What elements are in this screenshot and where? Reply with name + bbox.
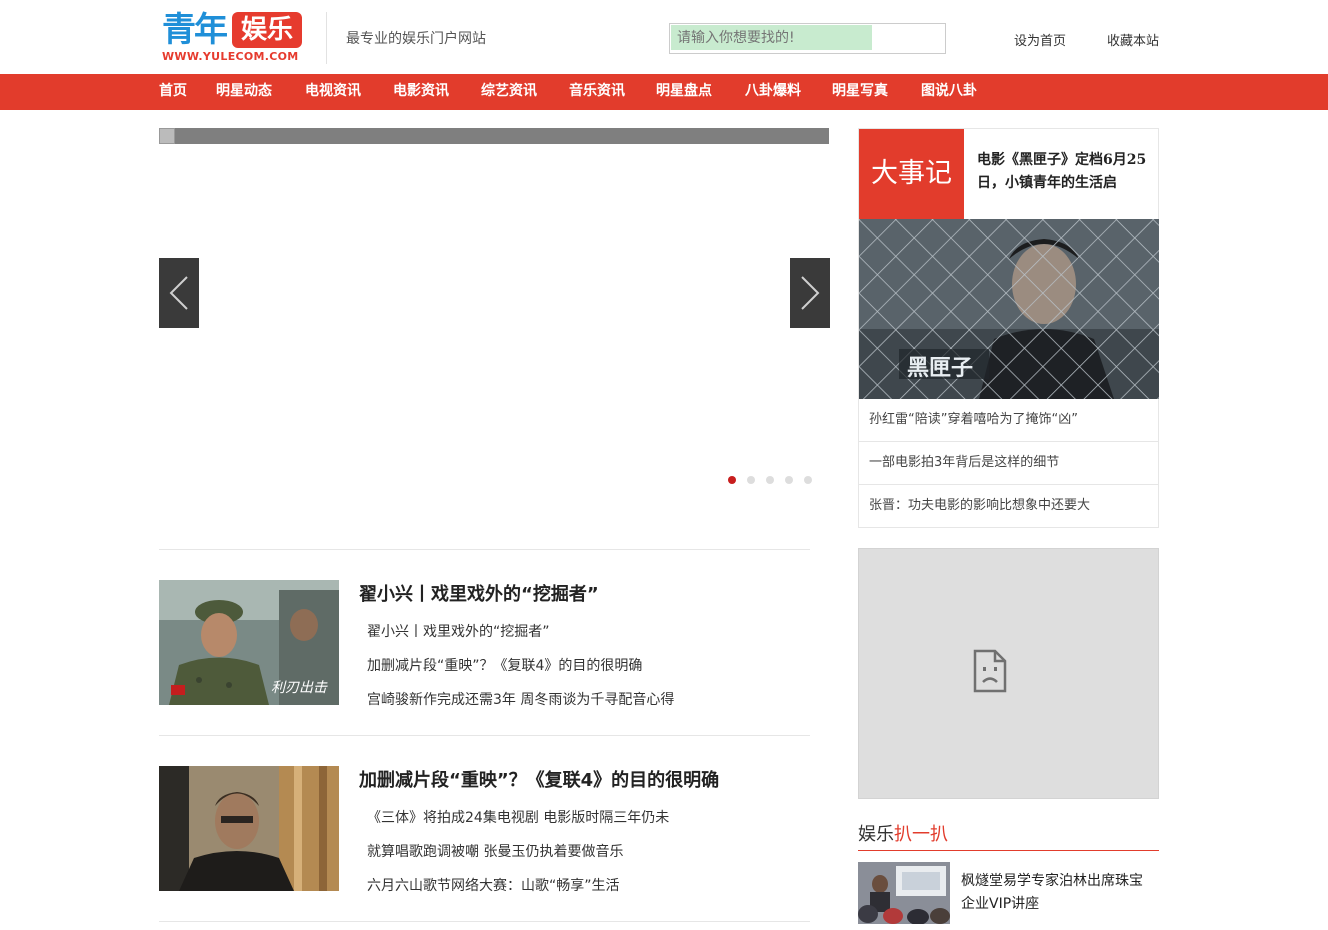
ad-placeholder[interactable] (858, 548, 1159, 799)
slider-dot[interactable] (766, 476, 774, 484)
news-link[interactable]: 加删减片段“重映”？《复联4》的目的很明确 (367, 655, 642, 675)
section-title-red: 扒一扒 (894, 824, 948, 845)
set-homepage-link[interactable]: 设为首页 (1014, 30, 1066, 49)
broken-page-icon (973, 649, 1007, 693)
side-news-item[interactable]: 枫燧堂易学专家泊林出席珠宝企业VIP讲座 (858, 862, 1159, 924)
chevron-right-icon (801, 276, 820, 310)
image-slider (159, 128, 830, 500)
nav-item-music[interactable]: 音乐资讯 (569, 74, 625, 110)
side-news-thumbnail[interactable] (858, 862, 950, 924)
divider (159, 735, 810, 736)
news-link[interactable]: 翟小兴丨戏里戏外的“挖掘者” (367, 621, 550, 641)
news-block: 加删减片段“重映”？《复联4》的目的很明确 《三体》将拍成24集电视剧 电影版时… (159, 766, 810, 895)
news-thumbnail[interactable]: 利刃出击 (159, 580, 339, 705)
site-slogan: 最专业的娱乐门户网站 (346, 31, 486, 47)
section-title-black: 娱乐 (858, 824, 894, 845)
news-block: 利刃出击 翟小兴丨戏里戏外的“挖掘者” 翟小兴丨戏里戏外的“挖掘者” 加删减片段… (159, 580, 810, 709)
nav-item-home[interactable]: 首页 (159, 74, 187, 110)
nav-item-variety[interactable]: 综艺资讯 (481, 74, 537, 110)
events-headline[interactable]: 电影《黑匣子》定档6月25日，小镇青年的生活启 (977, 149, 1155, 195)
chevron-left-icon (169, 276, 188, 310)
news-link[interactable]: 宫崎骏新作完成还需3年 周冬雨谈为千寻配音心得 (367, 689, 674, 709)
nav-item-picture-gossip[interactable]: 图说八卦 (921, 74, 977, 110)
divider (159, 549, 810, 550)
header-divider (326, 12, 327, 64)
news-link[interactable]: 六月六山歌节网络大赛：山歌“畅享”生活 (367, 875, 620, 895)
slider-dot[interactable] (804, 476, 812, 484)
section-title: 娱乐扒一扒 (858, 820, 1159, 851)
broken-image-icon (159, 128, 175, 144)
slider-dot[interactable] (728, 476, 736, 484)
news-headline[interactable]: 翟小兴丨戏里戏外的“挖掘者” (359, 580, 599, 606)
slider-image-bar (159, 128, 829, 144)
slider-next-button[interactable] (790, 258, 830, 328)
search-input[interactable] (671, 25, 872, 50)
events-link[interactable]: 孙红雷“陪读”穿着嘻哈为了掩饰“凶” (859, 399, 1159, 442)
news-link[interactable]: 《三体》将拍成24集电视剧 电影版时隔三年仍未 (367, 807, 669, 827)
slider-dot[interactable] (747, 476, 755, 484)
nav-item-star-news[interactable]: 明星动态 (216, 74, 272, 110)
svg-text:利刃出击: 利刃出击 (271, 680, 328, 696)
nav-item-tv[interactable]: 电视资讯 (305, 74, 361, 110)
search-box (669, 23, 946, 54)
events-tag: 大事记 (859, 129, 964, 219)
svg-text:黑匣子: 黑匣子 (907, 356, 973, 381)
nav-item-movie[interactable]: 电影资讯 (393, 74, 449, 110)
divider (159, 921, 810, 922)
logo-main-text: 青年 (162, 10, 228, 50)
bookmark-site-link[interactable]: 收藏本站 (1107, 30, 1159, 49)
side-news-title[interactable]: 枫燧堂易学专家泊林出席珠宝企业VIP讲座 (961, 870, 1151, 916)
nav-item-photos[interactable]: 明星写真 (832, 74, 888, 110)
events-link[interactable]: 一部电影拍3年背后是这样的细节 (859, 442, 1159, 485)
site-logo[interactable]: 青年 娱乐 WWW.YULECOM.COM (160, 10, 306, 66)
news-thumbnail[interactable] (159, 766, 339, 891)
news-headline[interactable]: 加删减片段“重映”？《复联4》的目的很明确 (359, 766, 719, 792)
logo-badge: 娱乐 (232, 12, 302, 48)
site-header: 青年 娱乐 WWW.YULECOM.COM 最专业的娱乐门户网站 设为首页 收藏… (0, 0, 1328, 74)
slider-dot[interactable] (785, 476, 793, 484)
nav-item-gossip[interactable]: 八卦爆料 (745, 74, 801, 110)
main-nav: 首页 明星动态 电视资讯 电影资讯 综艺资讯 音乐资讯 明星盘点 八卦爆料 明星… (0, 74, 1328, 110)
events-photo[interactable]: 黑匣子 (859, 219, 1159, 399)
news-link[interactable]: 就算唱歌跑调被嘲 张曼玉仍执着要做音乐 (367, 841, 623, 861)
logo-url: WWW.YULECOM.COM (162, 50, 299, 63)
events-link[interactable]: 张晋：功夫电影的影响比想象中还要大 (859, 485, 1159, 528)
events-panel: 大事记 电影《黑匣子》定档6月25日，小镇青年的生活启 黑匣子 孙红雷“陪读”穿… (858, 128, 1159, 528)
slider-prev-button[interactable] (159, 258, 199, 328)
nav-item-star-ranking[interactable]: 明星盘点 (656, 74, 712, 110)
